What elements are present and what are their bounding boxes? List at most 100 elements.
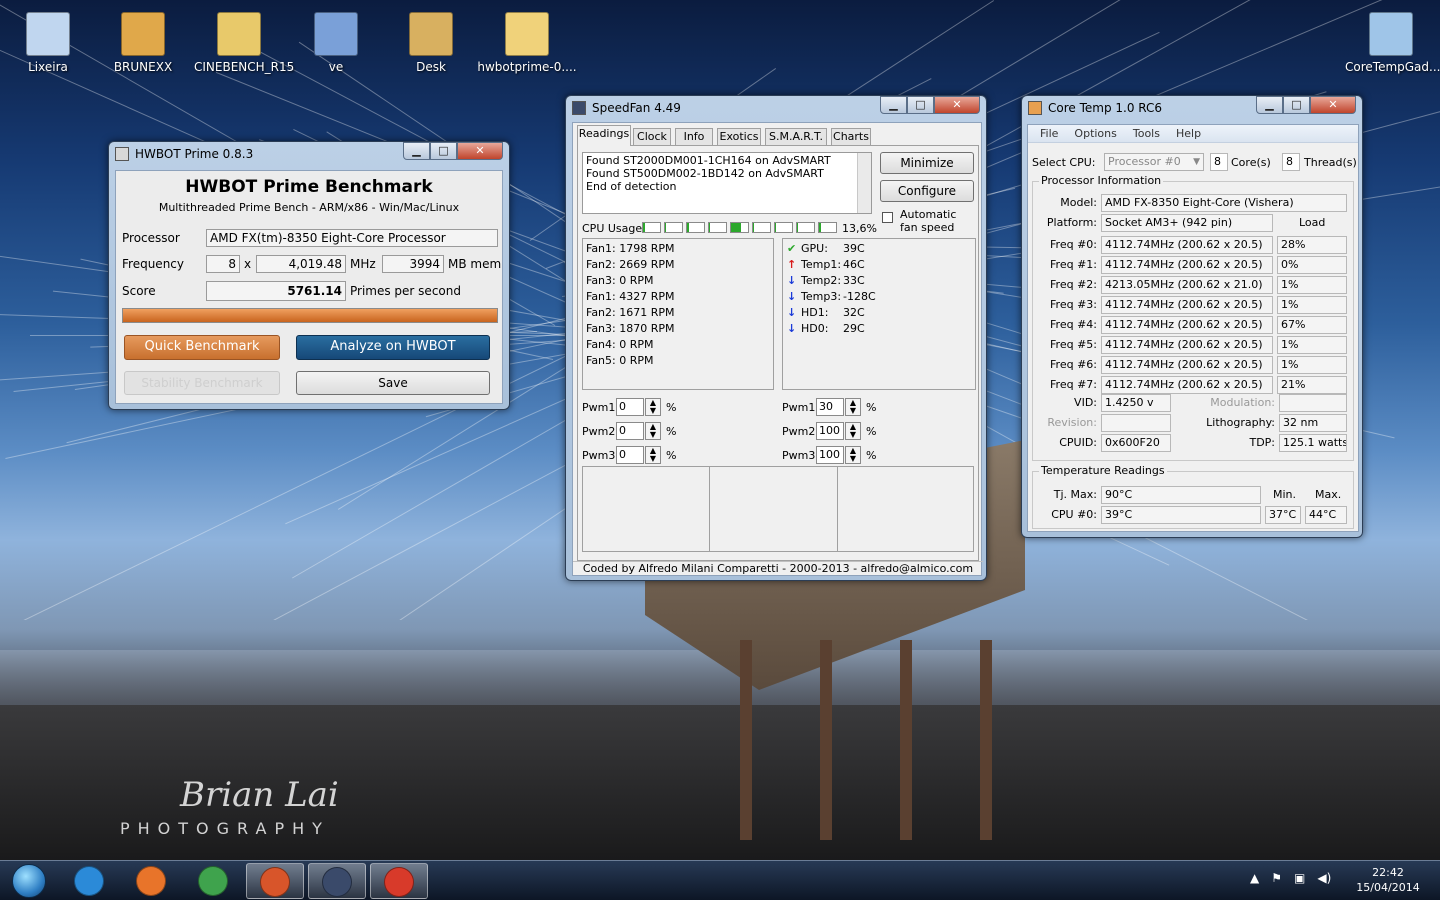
arrow-down-icon[interactable]: ▼ xyxy=(646,455,660,463)
tab-readings[interactable]: Readings xyxy=(577,125,631,146)
platform-value: Socket AM3+ (942 pin) xyxy=(1101,214,1273,232)
tab-exotics[interactable]: Exotics xyxy=(717,128,761,146)
pwm-spinner[interactable]: ▲ ▼ xyxy=(645,422,661,440)
fan-reading: Fan2: 2669 RPM xyxy=(586,258,675,271)
pwm-label: Pwm3: xyxy=(782,449,820,462)
freq-value: 4112.74MHz (200.62 x 20.5) xyxy=(1101,296,1273,314)
desktop-icon[interactable]: Desk xyxy=(386,6,476,74)
minimize-button[interactable]: ▁ xyxy=(880,96,907,114)
tab-clock[interactable]: Clock xyxy=(633,128,671,146)
temp-value: 46C xyxy=(843,258,865,271)
speedfan-footer: Coded by Alfredo Milani Comparetti - 200… xyxy=(573,561,983,576)
menu-tools[interactable]: Tools xyxy=(1125,125,1168,142)
arrow-down-icon[interactable]: ▼ xyxy=(846,455,860,463)
cpuid-value: 0x600F20 xyxy=(1101,434,1171,452)
stability-benchmark-button[interactable]: Stability Benchmark xyxy=(124,371,280,395)
start-button[interactable] xyxy=(6,863,52,899)
select-cpu-dropdown[interactable]: Processor #0 ▼ xyxy=(1104,153,1204,171)
network-icon[interactable]: ▣ xyxy=(1294,871,1305,885)
gadget-icon xyxy=(1369,12,1413,56)
windows-logo-icon xyxy=(12,864,46,898)
fan-reading: Fan3: 1870 RPM xyxy=(586,322,675,335)
pwm-spinner[interactable]: ▲ ▼ xyxy=(845,398,861,416)
fan-reading: Fan2: 1671 RPM xyxy=(586,306,675,319)
maximize-button[interactable]: □ xyxy=(430,142,457,160)
pwm-input[interactable]: 100 xyxy=(816,446,844,464)
minimize-button[interactable]: ▁ xyxy=(403,142,430,160)
taskbar-internet-explorer[interactable] xyxy=(60,863,118,899)
minimize-button[interactable]: ▁ xyxy=(1256,96,1283,114)
tab-smart[interactable]: S.M.A.R.T. xyxy=(765,128,827,146)
volume-icon[interactable]: ◀) xyxy=(1317,871,1331,885)
desktop-icon[interactable]: Lixeira xyxy=(3,6,93,74)
speedfan-graph-area xyxy=(582,466,974,552)
minimize-app-button[interactable]: Minimize xyxy=(880,152,974,174)
maximize-button[interactable]: □ xyxy=(907,96,934,114)
taskbar-chrome[interactable] xyxy=(184,863,242,899)
arrow-down-icon[interactable]: ▼ xyxy=(646,431,660,439)
pwm-spinner[interactable]: ▲ ▼ xyxy=(645,446,661,464)
pwm-input[interactable]: 0 xyxy=(616,422,644,440)
freq-label: Freq #4: xyxy=(1050,318,1097,331)
configure-button[interactable]: Configure xyxy=(880,180,974,202)
tab-info[interactable]: Info xyxy=(675,128,713,146)
menu-help[interactable]: Help xyxy=(1168,125,1209,142)
clock-time: 22:42 xyxy=(1372,866,1404,879)
automatic-fan-checkbox[interactable] xyxy=(882,212,893,223)
action-center-flag-icon[interactable]: ⚑ xyxy=(1271,871,1282,885)
pwm-spinner[interactable]: ▲ ▼ xyxy=(645,398,661,416)
core-load: 0% xyxy=(1277,256,1347,274)
taskbar-firefox[interactable] xyxy=(122,863,180,899)
modulation-value xyxy=(1279,394,1347,412)
speedfan-panel: Found ST2000DM001-1CH164 on AdvSMART Foun… xyxy=(577,145,979,561)
core-load: 21% xyxy=(1277,376,1347,394)
close-button[interactable]: ✕ xyxy=(1310,96,1356,114)
menu-file[interactable]: File xyxy=(1032,125,1066,142)
close-button[interactable]: ✕ xyxy=(934,96,980,114)
desktop-icon[interactable]: CINEBENCH_R15 xyxy=(194,6,294,74)
tab-charts[interactable]: Charts xyxy=(831,128,871,146)
clock[interactable]: 22:42 15/04/2014 xyxy=(1348,865,1428,895)
analyze-hwbot-button[interactable]: Analyze on HWBOT xyxy=(296,335,490,360)
temp-name: Temp2: xyxy=(801,274,842,287)
frequency-label: Frequency xyxy=(122,257,184,271)
freq-label: Freq #3: xyxy=(1050,298,1097,311)
desktop-icon[interactable]: ve xyxy=(291,6,381,74)
log-scrollbar[interactable] xyxy=(857,153,871,213)
log-line: End of detection xyxy=(586,180,677,193)
hwbot-app-icon xyxy=(115,147,129,161)
detection-log[interactable]: Found ST2000DM001-1CH164 on AdvSMART Foun… xyxy=(582,152,872,214)
model-value: AMD FX-8350 Eight-Core (Vishera) xyxy=(1101,194,1347,212)
benchmark-progress-bar xyxy=(122,308,498,323)
show-hidden-icons-icon[interactable]: ▲ xyxy=(1250,871,1259,885)
pwm-input[interactable]: 0 xyxy=(616,446,644,464)
taskbar-speedfan[interactable] xyxy=(308,863,366,899)
taskbar-java[interactable] xyxy=(246,863,304,899)
desktop-icon[interactable]: CoreTempGad... xyxy=(1345,6,1440,74)
pwm-input[interactable]: 0 xyxy=(616,398,644,416)
shortcut-icon xyxy=(314,12,358,56)
pwm-input[interactable]: 30 xyxy=(816,398,844,416)
menu-options[interactable]: Options xyxy=(1066,125,1124,142)
arrow-down-icon[interactable]: ▼ xyxy=(846,407,860,415)
cpu-usage-value: 13,6% xyxy=(842,222,877,235)
desktop-icon[interactable]: hwbotprime-0.... xyxy=(477,6,577,74)
arrow-down-icon[interactable]: ▼ xyxy=(846,431,860,439)
platform-label: Platform: xyxy=(1046,216,1097,229)
score-label: Score xyxy=(122,284,156,298)
max-header: Max. xyxy=(1315,488,1342,501)
quick-benchmark-button[interactable]: Quick Benchmark xyxy=(124,335,280,360)
desktop-icon[interactable]: BRUNEXX xyxy=(98,6,188,74)
cpu-core-bar xyxy=(796,222,815,233)
cpu-core-bar-fill xyxy=(731,223,742,232)
pwm-input[interactable]: 100 xyxy=(816,422,844,440)
taskbar-coretemp[interactable] xyxy=(370,863,428,899)
arrow-down-icon[interactable]: ▼ xyxy=(646,407,660,415)
save-button[interactable]: Save xyxy=(296,371,490,395)
close-button[interactable]: ✕ xyxy=(457,142,503,160)
maximize-button[interactable]: □ xyxy=(1283,96,1310,114)
photography-watermark: Brian Lai PHOTOGRAPHY xyxy=(120,775,339,838)
pwm-spinner[interactable]: ▲ ▼ xyxy=(845,422,861,440)
pwm-spinner[interactable]: ▲ ▼ xyxy=(845,446,861,464)
wallpaper-hut-legs xyxy=(740,640,1000,840)
